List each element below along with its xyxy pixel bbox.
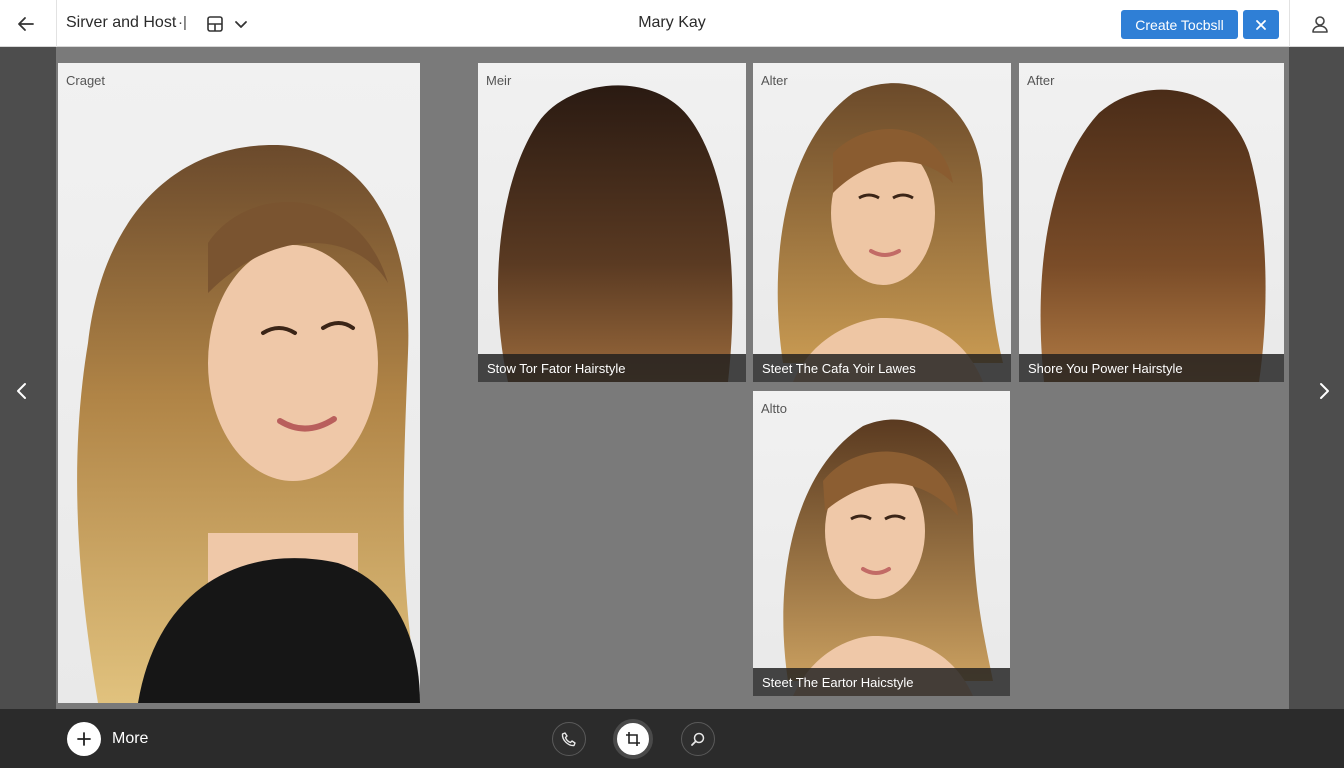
phone-icon — [561, 732, 576, 747]
user-button[interactable] — [1306, 10, 1334, 38]
bottom-toolbar: More — [0, 709, 1344, 768]
portrait-image — [77, 144, 420, 703]
card-caption: Steet The Cafa Yoir Lawes — [753, 354, 1011, 382]
close-button[interactable] — [1243, 10, 1279, 39]
photo-tag: Craget — [66, 73, 106, 88]
more-button[interactable]: More — [67, 722, 148, 756]
phone-tool-button[interactable] — [552, 722, 586, 756]
photo-tag: After — [1027, 73, 1055, 88]
close-icon — [1256, 19, 1266, 30]
crop-tool-button[interactable] — [613, 719, 653, 759]
card-caption: Shore You Power Hairstyle — [1019, 354, 1284, 382]
photo-tag: Alter — [761, 73, 788, 88]
zoom-tool-button[interactable] — [681, 722, 715, 756]
chevron-down-icon — [235, 21, 247, 28]
hairstyle-image — [498, 85, 733, 382]
divider — [1289, 0, 1290, 47]
project-title: Sirver and Host — [66, 14, 177, 31]
photo-tag: Altto — [761, 401, 788, 416]
zoom-icon — [691, 732, 705, 746]
crop-icon — [626, 732, 640, 746]
previous-button[interactable] — [7, 376, 37, 406]
top-bar: Sirver and Host ·| Mary Kay Create Tocbs… — [0, 0, 1344, 47]
hairstyle-image — [777, 83, 1003, 382]
gallery-card[interactable]: Altto Steet The Eartor Haicstyle — [753, 391, 1010, 696]
gallery-card[interactable]: Meir Stow Tor Fator Hairstyle — [478, 63, 746, 382]
original-photo-card[interactable]: Craget — [58, 63, 420, 703]
chevron-left-icon — [17, 383, 26, 399]
user-icon — [1312, 16, 1328, 33]
more-label: More — [112, 730, 149, 747]
gallery-card[interactable]: After Shore You Power Hairstyle — [1019, 63, 1284, 382]
divider — [56, 0, 57, 47]
back-arrow-icon — [18, 17, 34, 31]
photo-tag: Meir — [486, 73, 512, 88]
card-caption: Steet The Eartor Haicstyle — [753, 668, 1010, 696]
hairstyle-image — [783, 419, 993, 696]
card-caption: Stow Tor Fator Hairstyle — [478, 354, 746, 382]
back-button[interactable] — [10, 8, 42, 40]
layout-button[interactable] — [202, 11, 228, 37]
create-button[interactable]: Create Tocbsll — [1121, 10, 1238, 39]
plus-icon — [77, 732, 91, 746]
plus-circle — [67, 722, 101, 756]
chevron-right-icon — [1320, 383, 1329, 399]
next-button[interactable] — [1309, 376, 1339, 406]
layout-icon — [207, 16, 223, 32]
pin-glyph: ·| — [178, 14, 187, 31]
gallery-card[interactable]: Alter Steet The Cafa Yoir Lawes — [753, 63, 1011, 382]
layout-dropdown-button[interactable] — [230, 11, 252, 37]
hairstyle-image — [1040, 89, 1266, 382]
